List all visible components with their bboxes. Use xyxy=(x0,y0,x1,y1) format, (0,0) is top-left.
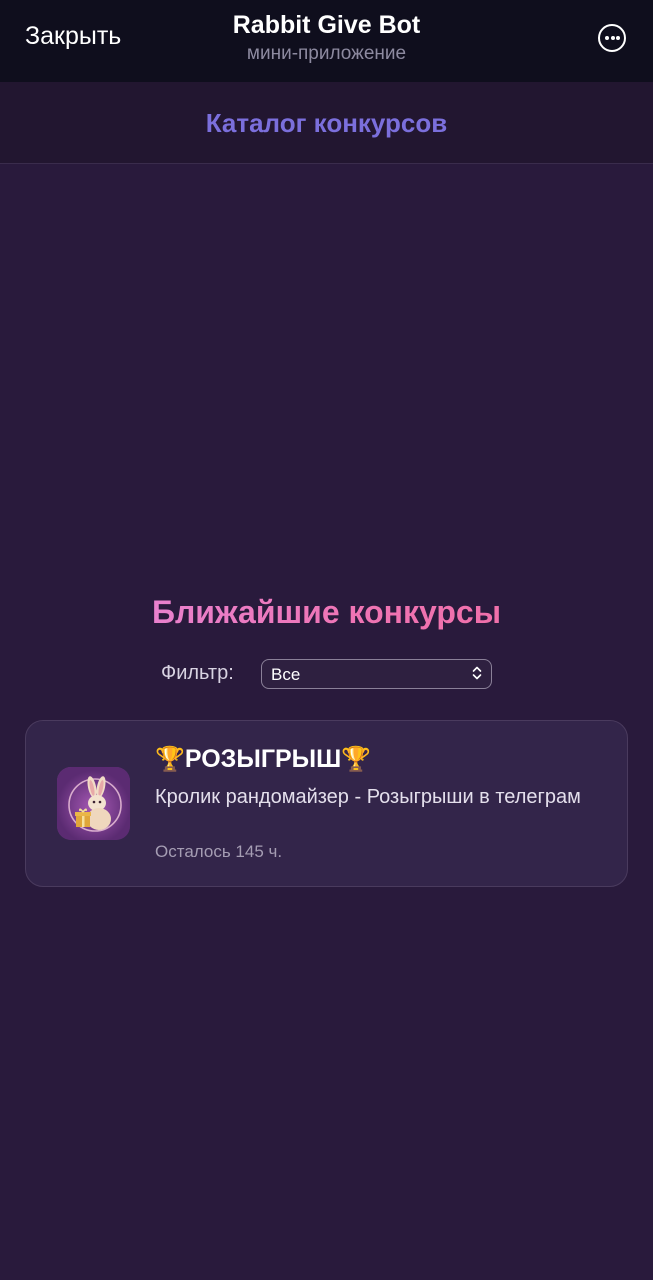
app-root: Закрыть Rabbit Give Bot мини-приложение … xyxy=(0,0,653,1280)
contest-card[interactable]: 🏆РОЗЫГРЫШ🏆 Кролик рандомайзер - Розыгрыш… xyxy=(25,720,628,887)
app-header: Каталог конкурсов xyxy=(0,82,653,164)
filter-select[interactable]: Все xyxy=(261,659,492,689)
chevron-up-down-icon xyxy=(472,666,482,680)
contest-title: 🏆РОЗЫГРЫШ🏆 xyxy=(155,745,371,774)
filter-selected-value: Все xyxy=(271,665,301,684)
trophy-icon: 🏆 xyxy=(155,746,185,773)
contest-title-text: РОЗЫГРЫШ xyxy=(184,745,342,773)
trophy-icon: 🏆 xyxy=(341,746,372,773)
upcoming-contests-heading: Ближайшие конкурсы xyxy=(0,594,653,631)
more-options-icon[interactable] xyxy=(598,24,626,52)
contest-description: Кролик рандомайзер - Розыгрыши в телегра… xyxy=(155,786,581,808)
filter-label: Фильтр: xyxy=(161,662,234,684)
telegram-top-bar: Закрыть Rabbit Give Bot мини-приложение xyxy=(0,0,653,82)
contest-time-left: Осталось 145 ч. xyxy=(155,842,283,861)
rabbit-with-gift-icon xyxy=(57,767,130,840)
bot-title: Rabbit Give Bot xyxy=(232,11,421,39)
catalog-title-link[interactable]: Каталог конкурсов xyxy=(0,108,653,139)
bot-subtitle: мини-приложение xyxy=(246,43,407,64)
